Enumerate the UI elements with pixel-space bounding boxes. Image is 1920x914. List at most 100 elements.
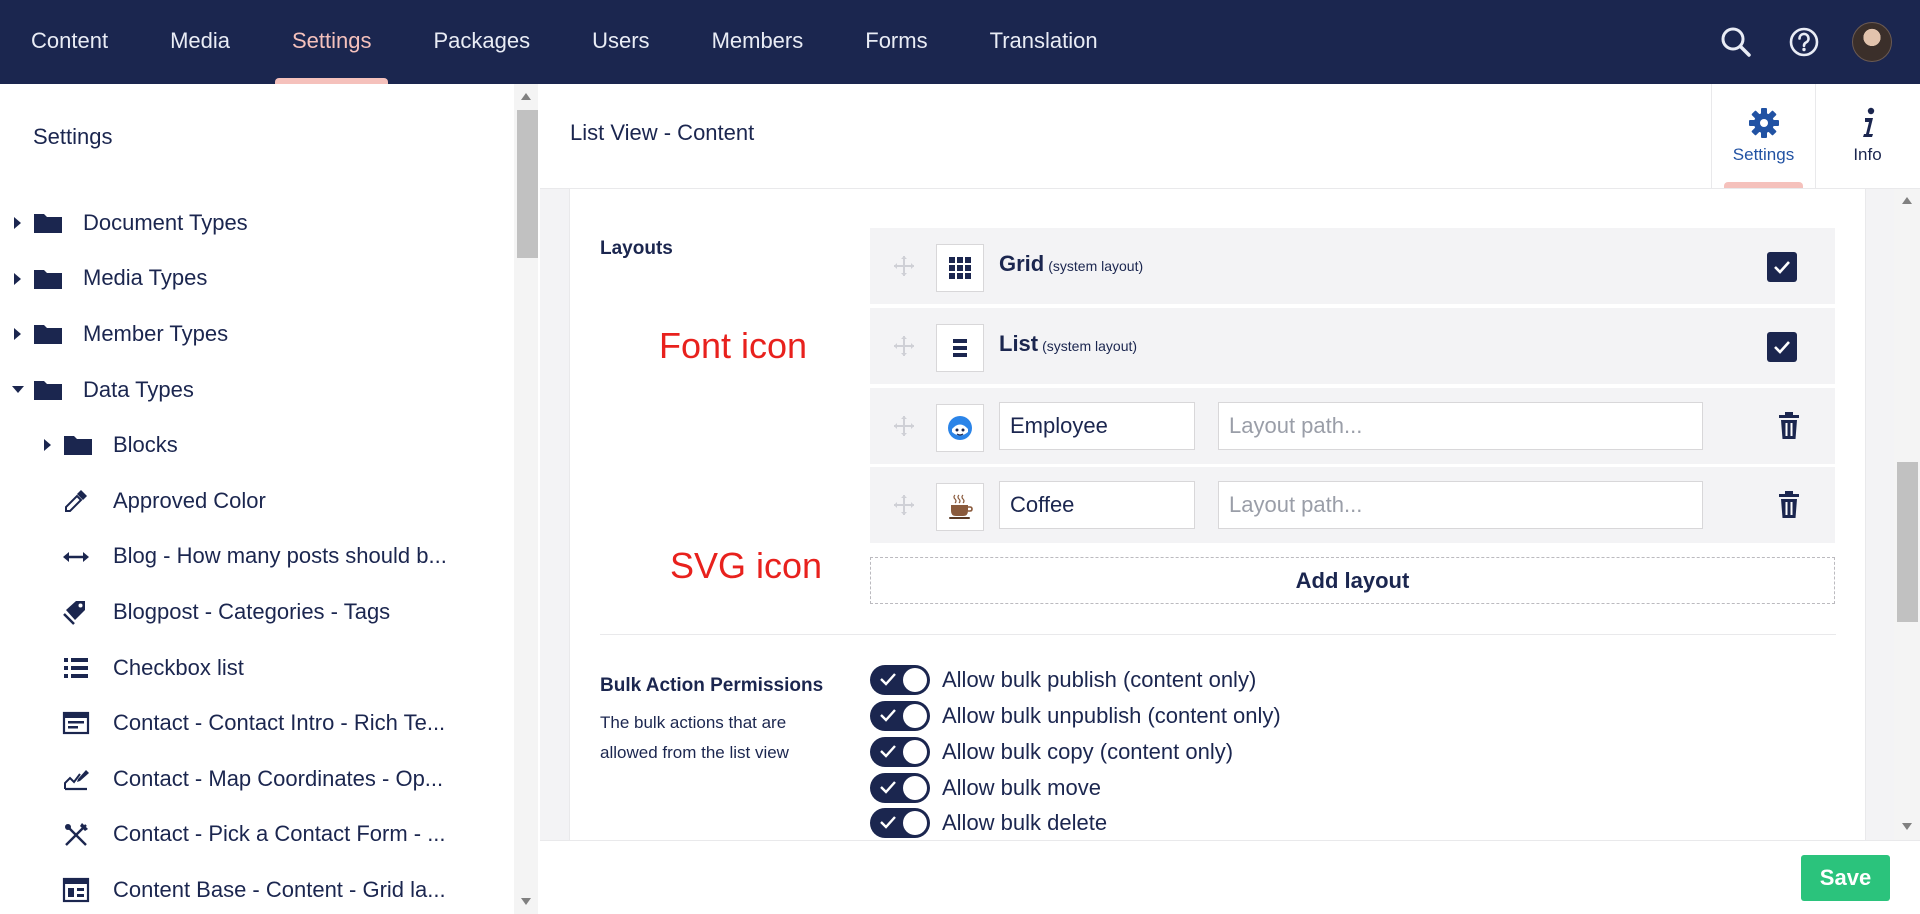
tree-item-checkbox-list[interactable]: Checkbox list — [0, 640, 514, 696]
sidebar-title: Settings — [33, 124, 113, 149]
trash-icon[interactable] — [1777, 412, 1801, 440]
layout-name-input[interactable] — [999, 481, 1195, 529]
layout-name-text: List — [999, 331, 1039, 356]
bulk-delete-toggle[interactable] — [870, 808, 930, 838]
folder-icon — [34, 214, 62, 233]
tree-item-member-types[interactable]: Member Types — [0, 306, 514, 362]
tree-item-blog-posts[interactable]: Blog - How many posts should b... — [0, 529, 514, 585]
tree-item-contact-form[interactable]: Contact - Pick a Contact Form - ... — [0, 807, 514, 863]
bulk-unpublish-toggle[interactable] — [870, 701, 930, 731]
tree-item-approved-color[interactable]: Approved Color — [0, 473, 514, 529]
layout-system-suffix: (system layout) — [1048, 258, 1144, 274]
toggle-label: Allow bulk move — [942, 775, 1101, 800]
toggle-label: Allow bulk publish (content only) — [942, 667, 1257, 692]
caret-right-icon[interactable] — [14, 217, 21, 229]
layout-name-input[interactable] — [999, 402, 1195, 450]
toggle-row: Allow bulk move — [870, 773, 1101, 803]
layout-row-grid: Grid (system layout) — [870, 228, 1835, 304]
layout-name: List (system layout) — [999, 331, 1137, 357]
tree-item-contact-intro[interactable]: Contact - Contact Intro - Rich Te... — [0, 695, 514, 751]
layout-icon-picker[interactable] — [936, 324, 984, 372]
tree-item-blocks[interactable]: Blocks — [0, 417, 514, 473]
tree-item-label: Contact - Map Coordinates - Op... — [113, 765, 444, 791]
tab-label: Settings — [1732, 145, 1795, 164]
nav-users[interactable]: Users — [561, 0, 680, 84]
caret-right-icon[interactable] — [44, 439, 51, 452]
tree-item-blogpost-tags[interactable]: Blogpost - Categories - Tags — [0, 584, 514, 640]
list-lines-icon — [953, 339, 967, 357]
nav-forms[interactable]: Forms — [834, 0, 958, 84]
tree-item-label: Blogpost - Categories - Tags — [113, 598, 391, 624]
drag-handle-icon[interactable] — [894, 416, 914, 436]
layouts-label: Layouts — [600, 238, 673, 259]
bulk-move-toggle[interactable] — [870, 773, 930, 803]
sidebar-scrollbar-thumb[interactable] — [517, 110, 538, 258]
search-icon[interactable] — [1716, 22, 1756, 62]
layout-name-text: Grid — [999, 251, 1045, 276]
user-avatar[interactable] — [1852, 22, 1892, 62]
nav-settings[interactable]: Settings — [261, 0, 403, 84]
folder-icon — [34, 325, 62, 345]
gear-icon — [1748, 108, 1779, 138]
add-layout-button[interactable]: Add layout — [870, 557, 1835, 604]
toggle-row: Allow bulk delete — [870, 808, 1107, 838]
bulk-permissions-description: The bulk actions that are allowed from t… — [600, 713, 789, 762]
caret-right-icon[interactable] — [14, 272, 21, 285]
map-edit-icon — [62, 765, 90, 793]
content-scrollbar-thumb[interactable] — [1897, 462, 1918, 622]
caret-right-icon[interactable] — [14, 328, 21, 341]
tree-item-media-types[interactable]: Media Types — [0, 251, 514, 307]
drag-handle-icon[interactable] — [894, 256, 914, 276]
bulk-copy-toggle[interactable] — [870, 737, 930, 767]
tree-item-label: Blocks — [113, 432, 178, 458]
scroll-down-arrow-icon[interactable] — [521, 898, 531, 905]
drag-handle-icon[interactable] — [894, 495, 914, 515]
scroll-up-arrow-icon[interactable] — [521, 93, 531, 100]
trash-icon[interactable] — [1777, 491, 1801, 519]
nav-media[interactable]: Media — [139, 0, 261, 84]
scroll-up-arrow-icon[interactable] — [1902, 197, 1912, 204]
nav-content[interactable]: Content — [0, 0, 139, 84]
help-icon[interactable] — [1784, 22, 1824, 62]
toggle-row: Allow bulk copy (content only) — [870, 737, 1233, 767]
layout-icon-picker[interactable] — [936, 404, 984, 452]
coffee-icon — [949, 494, 973, 519]
layout-path-input[interactable] — [1218, 481, 1703, 529]
tab-label: Info — [1853, 145, 1882, 164]
nav-members[interactable]: Members — [681, 0, 835, 84]
tree-item-data-types[interactable]: Data Types — [0, 362, 514, 418]
layout-path-input[interactable] — [1218, 402, 1703, 450]
tree-item-label: Contact - Contact Intro - Rich Te... — [113, 710, 446, 736]
tree-item-label: Contact - Pick a Contact Form - ... — [113, 821, 446, 847]
layout-row-coffee — [870, 467, 1835, 543]
tree-item-label: Member Types — [83, 320, 229, 346]
sidebar: Settings Document Types Media Types Memb… — [0, 84, 514, 914]
grid-icon — [949, 257, 971, 279]
svg-icon-annotation: SVG icon — [670, 545, 823, 586]
tree-item-label: Blog - How many posts should b... — [113, 543, 447, 569]
grid-layout-icon — [62, 876, 90, 904]
save-button[interactable]: Save — [1801, 855, 1890, 901]
layout-icon-picker[interactable] — [936, 244, 984, 292]
tree-item-map-coordinates[interactable]: Contact - Map Coordinates - Op... — [0, 751, 514, 807]
nav-translation[interactable]: Translation — [959, 0, 1129, 84]
layout-enabled-checkbox[interactable] — [1767, 252, 1797, 282]
tree-item-label: Content Base - Content - Grid la... — [113, 876, 446, 902]
caret-down-icon[interactable] — [12, 385, 24, 393]
editor-footer: Save — [540, 840, 1920, 914]
layout-enabled-checkbox[interactable] — [1767, 332, 1797, 362]
nav-packages[interactable]: Packages — [402, 0, 561, 84]
tree-item-content-base-grid[interactable]: Content Base - Content - Grid la... — [0, 862, 514, 914]
tree-item-document-types[interactable]: Document Types — [0, 195, 514, 251]
folder-icon — [64, 436, 92, 456]
tab-info[interactable]: Info — [1815, 84, 1919, 188]
layout-icon-picker[interactable] — [936, 483, 984, 531]
editor-header: List View - Content Settings Info — [540, 84, 1920, 189]
settings-tree: Document Types Media Types Member Types … — [0, 195, 514, 914]
font-icon-annotation: Font icon — [659, 325, 808, 366]
scroll-down-arrow-icon[interactable] — [1902, 823, 1912, 830]
layout-name: Grid (system layout) — [999, 251, 1143, 277]
bulk-publish-toggle[interactable] — [870, 665, 930, 695]
drag-handle-icon[interactable] — [894, 336, 914, 356]
tab-settings[interactable]: Settings — [1711, 84, 1815, 188]
